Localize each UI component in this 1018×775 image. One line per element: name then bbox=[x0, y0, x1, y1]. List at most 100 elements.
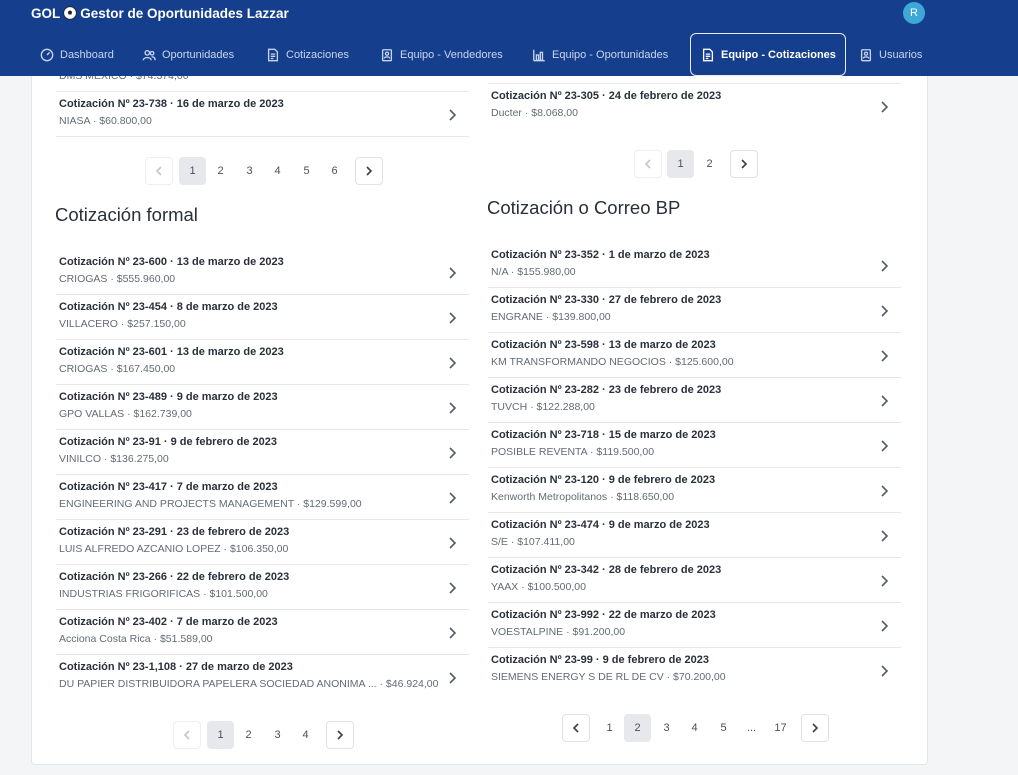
quote-title: Cotización Nº 23-282 · 23 de febrero de … bbox=[491, 384, 722, 396]
list-item[interactable]: Cotización Nº 23-291 · 23 de febrero de … bbox=[56, 520, 469, 565]
app-brand[interactable]: GOL Gestor de Oportunidades Lazzar bbox=[31, 5, 289, 21]
chevron-right-icon bbox=[448, 266, 457, 279]
quote-subtitle: ENGRANE · $139.800,00 bbox=[491, 311, 611, 323]
page-button[interactable]: 1 bbox=[179, 157, 206, 185]
chevron-right-icon bbox=[880, 259, 889, 272]
quote-subtitle: KM TRANSFORMANDO NEGOCIOS · $125.600,00 bbox=[491, 356, 734, 368]
quote-subtitle: TUVCH · $122.288,00 bbox=[491, 401, 595, 413]
pagination: 1 2 3 4 bbox=[173, 721, 355, 749]
chevron-right-icon bbox=[812, 723, 819, 733]
prev-page-button[interactable] bbox=[634, 150, 662, 178]
quote-subtitle: VINILCO · $136.275,00 bbox=[59, 453, 169, 465]
nav-equipo-vendedores[interactable]: Equipo - Vendedores bbox=[380, 33, 503, 76]
quote-subtitle: CRIOGAS · $167.450,00 bbox=[59, 363, 176, 375]
page-ellipsis: ... bbox=[746, 722, 757, 734]
page-button[interactable]: 1 bbox=[207, 721, 234, 749]
team-icon bbox=[381, 48, 393, 61]
prev-page-button[interactable] bbox=[562, 714, 590, 742]
nav-cotizaciones[interactable]: Cotizaciones bbox=[266, 33, 349, 76]
quote-subtitle: YAAX · $100.500,00 bbox=[491, 581, 586, 593]
quote-subtitle: INDUSTRIAS FRIGORIFICAS · $101.500,00 bbox=[59, 588, 268, 600]
chevron-right-icon bbox=[880, 574, 889, 587]
page-button[interactable]: 2 bbox=[696, 150, 723, 178]
prev-page-button[interactable] bbox=[145, 157, 173, 185]
document-icon bbox=[702, 48, 714, 61]
list-item[interactable]: Cotización Nº 23-454 · 8 de marzo de 202… bbox=[56, 295, 469, 340]
list-item[interactable]: Cotización Nº 23-718 · 15 de marzo de 20… bbox=[488, 423, 901, 468]
list-item[interactable]: Cotización Nº 23-342 · 28 de febrero de … bbox=[488, 558, 901, 603]
list-item[interactable]: Cotización Nº 23-330 · 27 de febrero de … bbox=[488, 288, 901, 333]
list-item[interactable]: Cotización Nº 23-305 · 24 de febrero de … bbox=[488, 84, 901, 129]
list-item[interactable]: Cotización Nº 23-600 · 13 de marzo de 20… bbox=[56, 250, 469, 295]
list-item[interactable]: Cotización Nº 23-99 · 9 de febrero de 20… bbox=[488, 648, 901, 693]
nav-equipo-oportunidades[interactable]: Equipo - Oportunidades bbox=[532, 33, 668, 76]
list-item[interactable]: Cotización Nº 23-282 · 23 de febrero de … bbox=[488, 378, 901, 423]
list-item[interactable]: Cotización Nº 23-601 · 13 de marzo de 20… bbox=[56, 340, 469, 385]
left-top-list: DMS MEXICO · $74.374,00 Cotización Nº 23… bbox=[56, 70, 469, 137]
nav-oportunidades[interactable]: Oportunidades bbox=[142, 33, 234, 76]
list-item[interactable]: Cotización Nº 23-91 · 9 de febrero de 20… bbox=[56, 430, 469, 475]
page-button[interactable]: 4 bbox=[681, 714, 708, 742]
quote-subtitle: Acciona Costa Rica · $51.589,00 bbox=[59, 633, 213, 645]
list-item[interactable]: Cotización Nº 23-352 · 1 de marzo de 202… bbox=[488, 243, 901, 288]
chevron-right-icon bbox=[448, 311, 457, 324]
chevron-left-icon bbox=[644, 159, 651, 169]
prev-page-button[interactable] bbox=[173, 721, 201, 749]
chevron-right-icon bbox=[448, 671, 457, 684]
chevron-right-icon bbox=[448, 108, 457, 121]
quote-subtitle: VILLACERO · $257.150,00 bbox=[59, 318, 186, 330]
page-button[interactable]: 3 bbox=[653, 714, 680, 742]
quote-subtitle: N/A · $155.980,00 bbox=[491, 266, 576, 278]
nav-dashboard[interactable]: Dashboard bbox=[40, 33, 114, 76]
list-item[interactable]: Cotización Nº 23-1,108 · 27 de marzo de … bbox=[56, 655, 469, 700]
page-button[interactable]: 17 bbox=[767, 714, 794, 742]
nav-label: Oportunidades bbox=[162, 48, 235, 61]
people-icon bbox=[142, 49, 156, 60]
list-item[interactable]: Cotización Nº 23-266 · 22 de febrero de … bbox=[56, 565, 469, 610]
section-title-correo: Cotización o Correo BP bbox=[487, 197, 681, 218]
chevron-right-icon bbox=[366, 166, 373, 176]
page-button[interactable]: 5 bbox=[293, 157, 320, 185]
page-button[interactable]: 2 bbox=[207, 157, 234, 185]
chevron-right-icon bbox=[448, 626, 457, 639]
nav-label: Equipo - Vendedores bbox=[400, 48, 503, 61]
quote-subtitle: NIASA · $60.800,00 bbox=[59, 115, 152, 127]
soccer-ball-icon bbox=[63, 6, 77, 20]
user-avatar[interactable]: R bbox=[903, 2, 925, 24]
page-button[interactable]: 2 bbox=[235, 721, 262, 749]
page-button[interactable]: 4 bbox=[292, 721, 319, 749]
chevron-right-icon bbox=[880, 439, 889, 452]
next-page-button[interactable] bbox=[730, 150, 758, 178]
list-item[interactable]: Cotización Nº 23-417 · 7 de marzo de 202… bbox=[56, 475, 469, 520]
list-item[interactable]: Cotización Nº 23-120 · 9 de febrero de 2… bbox=[488, 468, 901, 513]
chevron-left-icon bbox=[183, 730, 190, 740]
brand-title: Gestor de Oportunidades Lazzar bbox=[80, 5, 289, 21]
page-button[interactable]: 6 bbox=[321, 157, 348, 185]
nav-equipo-cotizaciones[interactable]: Equipo - Cotizaciones bbox=[690, 33, 846, 76]
page-button[interactable]: 1 bbox=[596, 714, 623, 742]
quote-title: Cotización Nº 23-454 · 8 de marzo de 202… bbox=[59, 301, 278, 313]
brand-prefix: GOL bbox=[31, 5, 61, 21]
page-button[interactable]: 3 bbox=[236, 157, 263, 185]
list-item[interactable]: Cotización Nº 23-402 · 7 de marzo de 202… bbox=[56, 610, 469, 655]
document-icon bbox=[267, 48, 279, 61]
list-item[interactable]: Cotización Nº 23-738 · 16 de marzo de 20… bbox=[56, 92, 469, 137]
nav-label: Dashboard bbox=[60, 48, 114, 61]
formal-quote-list: Cotización Nº 23-600 · 13 de marzo de 20… bbox=[56, 250, 469, 700]
content-card: DMS MEXICO · $74.374,00 Cotización Nº 23… bbox=[31, 60, 928, 765]
next-page-button[interactable] bbox=[326, 721, 354, 749]
list-item[interactable]: Cotización Nº 23-598 · 13 de marzo de 20… bbox=[488, 333, 901, 378]
page-button[interactable]: 4 bbox=[264, 157, 291, 185]
next-page-button[interactable] bbox=[801, 714, 829, 742]
page-button[interactable]: 5 bbox=[710, 714, 737, 742]
next-page-button[interactable] bbox=[355, 157, 383, 185]
list-item[interactable]: Cotización Nº 23-992 · 22 de marzo de 20… bbox=[488, 603, 901, 648]
page-button[interactable]: 2 bbox=[624, 714, 651, 742]
list-item[interactable]: Cotización Nº 23-489 · 9 de marzo de 202… bbox=[56, 385, 469, 430]
page-button[interactable]: 1 bbox=[667, 150, 694, 178]
nav-usuarios[interactable]: Usuarios bbox=[859, 33, 922, 76]
list-item[interactable]: Cotización Nº 23-474 · 9 de marzo de 202… bbox=[488, 513, 901, 558]
page-button[interactable]: 3 bbox=[264, 721, 291, 749]
pagination: 1 2 3 4 5 ... 17 bbox=[562, 714, 830, 742]
quote-title: Cotización Nº 23-474 · 9 de marzo de 202… bbox=[491, 519, 710, 531]
